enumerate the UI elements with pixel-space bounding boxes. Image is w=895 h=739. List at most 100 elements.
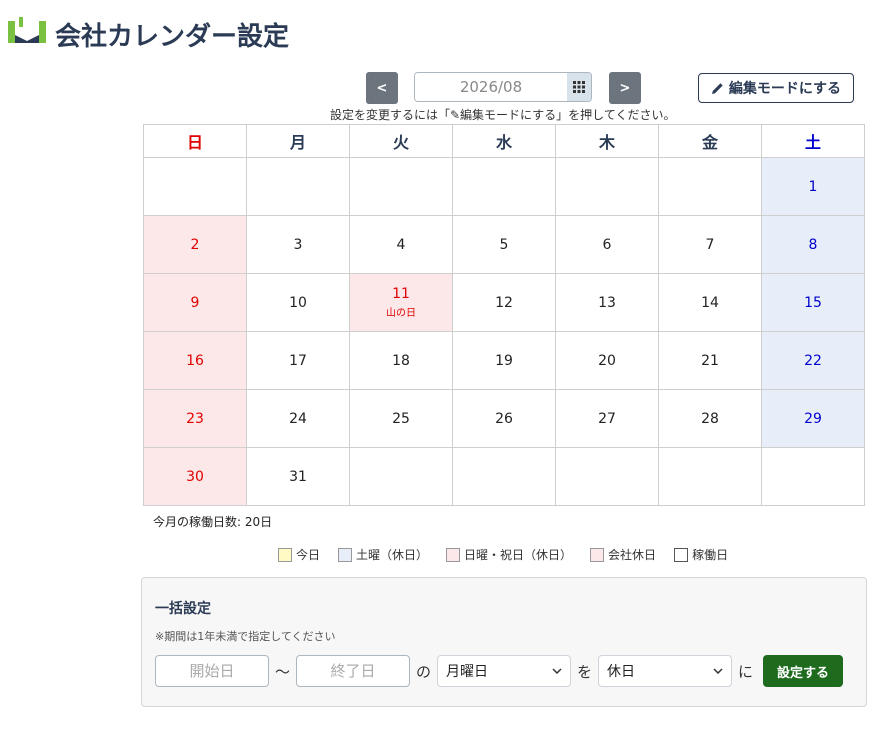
calendar-week-row: 16 17 18 19 20 21 22 [143,331,865,390]
tilde-separator: 〜 [275,662,291,681]
company-logo-icon [8,17,46,43]
day-number: 6 [602,236,612,253]
weekday-header-row: 日 月 火 水 木 金 土 [143,124,865,158]
legend-label: 日曜・祝日（休日） [464,548,573,562]
legend-swatch [674,547,689,562]
legend-today: 今日 [278,546,320,563]
calendar-day-cell[interactable]: 18 [349,331,453,390]
weekday-sat: 土 [761,124,865,158]
day-number: 21 [701,352,719,369]
edit-hint: 設定を変更するには「✎編集モードにする」を押してください。 [330,108,676,122]
calendar-week-row: 23 24 25 26 27 28 29 [143,389,865,448]
calendar-day-cell[interactable]: 30 [143,447,247,506]
day-number: 15 [804,294,822,311]
calendar-day-cell[interactable]: 1 [761,157,865,216]
calendar-day-cell[interactable]: 20 [555,331,659,390]
weekday-sun: 日 [143,124,247,158]
calendar-day-cell[interactable]: 2 [143,215,247,274]
edit-mode-button[interactable]: 編集モードにする [698,73,854,103]
day-number: 10 [289,294,307,311]
calendar-day-cell[interactable]: 13 [555,273,659,332]
weekday-select-value: 月曜日 [446,664,489,680]
calendar-grid-icon[interactable] [567,73,591,101]
day-number: 23 [186,410,204,427]
calendar-day-cell[interactable]: 23 [143,389,247,448]
calendar-day-cell[interactable]: 4 [349,215,453,274]
weekday-wed: 水 [452,124,556,158]
day-type-select[interactable]: 休日 [598,655,733,687]
day-number: 1 [808,178,818,195]
calendar-empty-cell [349,157,453,216]
day-number: 18 [392,352,410,369]
day-number: 27 [598,410,616,427]
bulk-title: 一括設定 [155,601,211,617]
calendar-day-cell[interactable]: 25 [349,389,453,448]
calendar-day-cell[interactable]: 15 [761,273,865,332]
calendar-week-row: 9 10 11 山の日 12 13 14 15 [143,273,865,332]
day-number: 22 [804,352,822,369]
calendar-empty-cell [658,157,762,216]
weekday-fri: 金 [658,124,762,158]
calendar-day-cell[interactable]: 8 [761,215,865,274]
day-number: 5 [499,236,509,253]
apply-bulk-button[interactable]: 設定する [763,655,844,687]
calendar-empty-cell [761,447,865,506]
calendar-day-cell[interactable]: 27 [555,389,659,448]
weekday-tue: 火 [349,124,453,158]
calendar-empty-cell [349,447,453,506]
calendar-day-cell[interactable]: 7 [658,215,762,274]
calendar-day-cell[interactable]: 12 [452,273,556,332]
day-number: 11 [392,286,410,302]
calendar-day-cell[interactable]: 28 [658,389,762,448]
wo-particle: を [577,662,593,681]
calendar-week-row: 1 [143,157,865,216]
calendar-day-cell[interactable]: 31 [246,447,350,506]
bulk-note: ※期間は1年未満で指定してください [155,630,336,643]
day-number: 30 [186,468,204,485]
day-number: 4 [396,236,406,253]
calendar-day-cell[interactable]: 9 [143,273,247,332]
calendar-day-cell[interactable]: 5 [452,215,556,274]
weekday-thu: 木 [555,124,659,158]
calendar-day-cell[interactable]: 3 [246,215,350,274]
legend-saturday: 土曜（休日） [338,546,428,563]
legend-label: 今日 [296,548,321,562]
calendar-day-cell[interactable]: 16 [143,331,247,390]
legend-sunday-holiday: 日曜・祝日（休日） [446,546,572,563]
page-title: 会社カレンダー設定 [55,22,290,52]
next-month-button[interactable]: > [609,72,641,104]
calendar-day-cell[interactable]: 26 [452,389,556,448]
calendar-day-cell[interactable]: 22 [761,331,865,390]
bulk-form-row: 〜 の 月曜日 を 休日 に 設定する [155,655,844,687]
calendar-day-cell[interactable]: 29 [761,389,865,448]
chevron-down-icon [552,668,562,674]
day-number: 29 [804,410,822,427]
holiday-name: 山の日 [386,308,416,319]
calendar-day-cell[interactable]: 17 [246,331,350,390]
weekday-select[interactable]: 月曜日 [437,655,572,687]
day-number: 13 [598,294,616,311]
bulk-settings-panel: 一括設定 ※期間は1年未満で指定してください 〜 の 月曜日 を 休日 に 設定… [141,577,867,707]
calendar-day-cell[interactable]: 6 [555,215,659,274]
legend: 今日 土曜（休日） 日曜・祝日（休日） 会社休日 稼働日 [278,546,728,563]
calendar-day-cell[interactable]: 24 [246,389,350,448]
month-input[interactable] [415,73,567,101]
calendar-day-cell[interactable]: 19 [452,331,556,390]
calendar-day-cell[interactable]: 10 [246,273,350,332]
calendar-day-cell[interactable]: 14 [658,273,762,332]
legend-swatch [446,547,461,562]
workdays-count: 今月の稼働日数: 20日 [153,515,273,529]
calendar-table: 日 月 火 水 木 金 土 1 2 3 4 5 6 7 8 9 10 11 山の日 12 13 14 15 16… [143,124,865,506]
start-date-input[interactable] [155,655,269,687]
prev-month-button[interactable]: < [366,72,398,104]
calendar-day-cell[interactable]: 11 山の日 [349,273,453,332]
calendar-empty-cell [452,157,556,216]
day-number: 19 [495,352,513,369]
ni-particle: に [738,662,754,681]
pencil-icon [711,82,723,94]
calendar-day-cell[interactable]: 21 [658,331,762,390]
day-number: 12 [495,294,513,311]
calendar-empty-cell [658,447,762,506]
day-number: 16 [186,352,204,369]
end-date-input[interactable] [296,655,411,687]
